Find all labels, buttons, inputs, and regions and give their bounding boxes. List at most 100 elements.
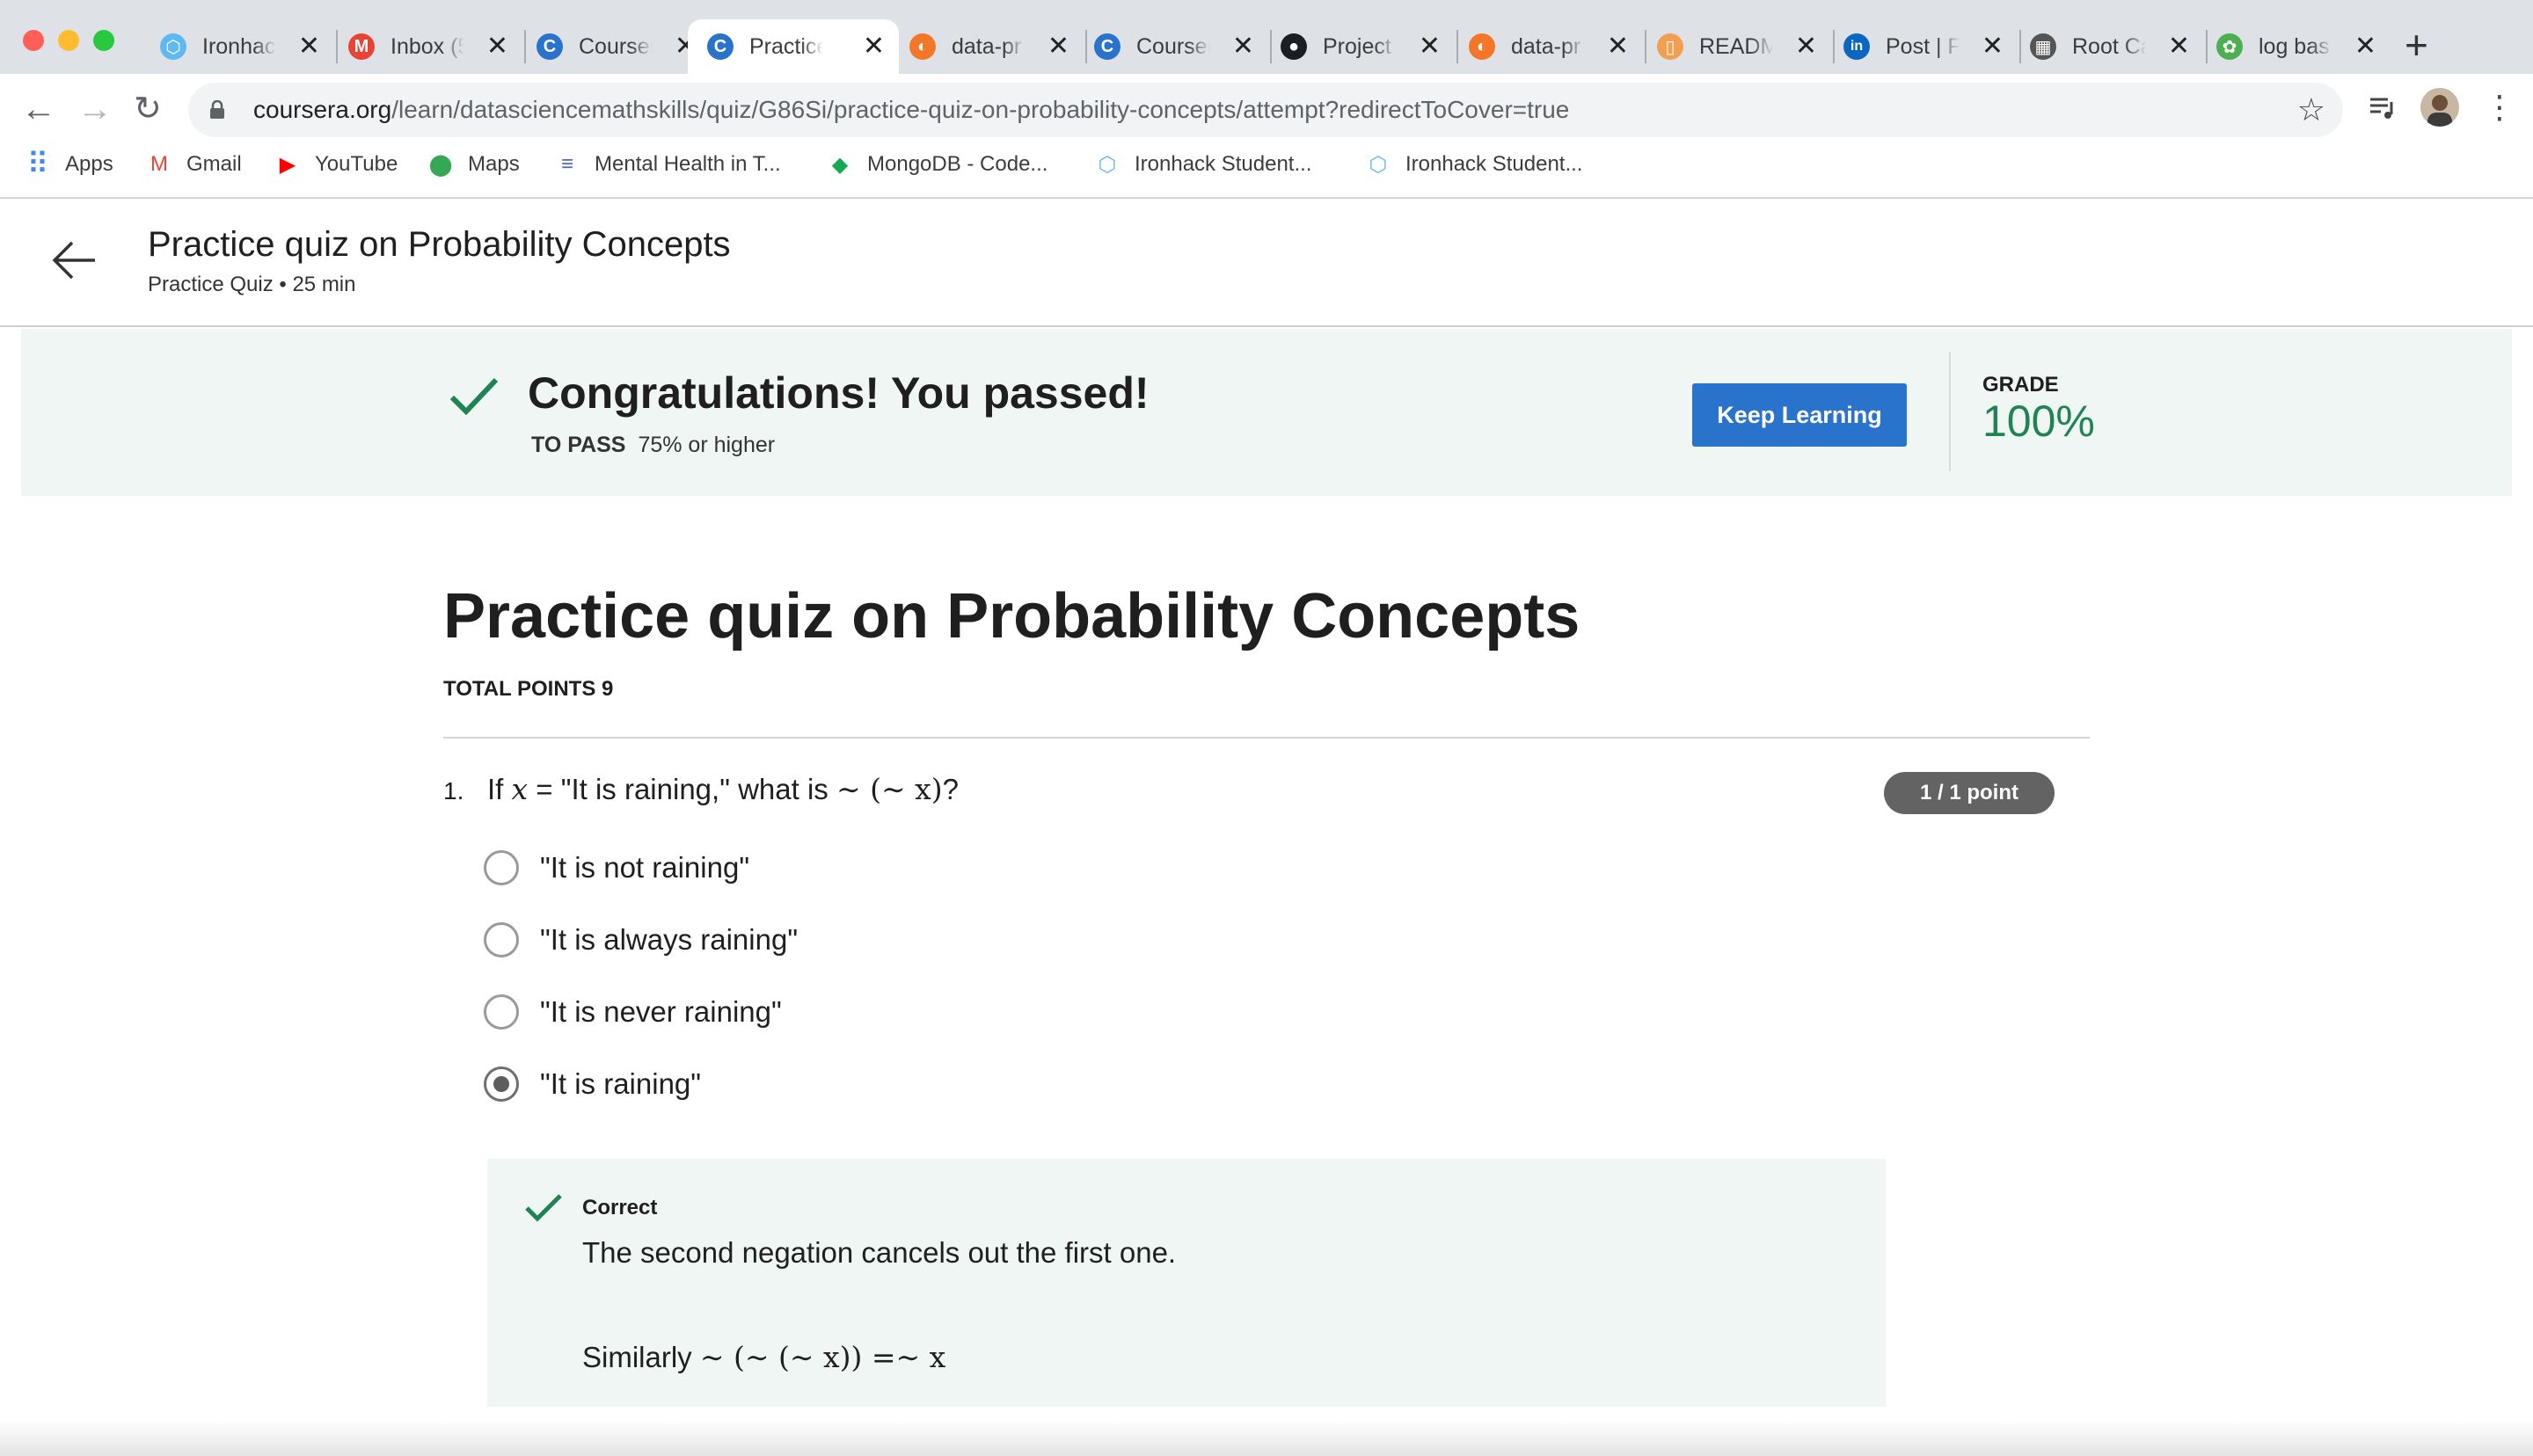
tab-label: Coursera [579, 33, 653, 59]
answer-option[interactable]: "It is always raining" [484, 918, 798, 962]
close-tab-icon[interactable]: ✕ [2168, 32, 2190, 62]
question-number: 1. [443, 777, 464, 804]
radio-button[interactable] [484, 922, 519, 957]
ironhack-icon: ⬡ [160, 33, 186, 60]
tab-label: Project [1323, 33, 1391, 59]
forward-nav-icon[interactable]: → [77, 88, 113, 130]
keep-learning-button[interactable]: Keep Learning [1692, 383, 1907, 447]
answer-option[interactable]: "It is not raining" [484, 846, 749, 890]
quiz-title: Practice quiz on Probability Concepts [443, 581, 1580, 652]
profile-avatar[interactable] [2420, 88, 2459, 127]
bookmark-item[interactable]: ◆ MongoDB - Code... [827, 151, 1048, 178]
answer-option-label: "It is raining" [540, 1067, 701, 1100]
browser-tab[interactable]: ▦ Root Ca ✕ [2011, 19, 2204, 74]
gear-icon: ✿ [2216, 33, 2243, 60]
radio-button[interactable] [484, 1067, 519, 1102]
tab-label: Root Ca [2072, 33, 2146, 59]
bottom-shadow [0, 1421, 2533, 1456]
divider [443, 737, 2090, 739]
bookmark-item[interactable]: ⬤ Maps [427, 151, 520, 178]
gmail-icon: M [348, 33, 375, 60]
bookmark-item[interactable]: ⬡ Ironhack Student... [1094, 151, 1312, 178]
reload-icon[interactable]: ↻ [134, 88, 162, 130]
maximize-window-button[interactable] [93, 30, 114, 51]
grade-value: 100% [1982, 397, 2095, 446]
close-tab-icon[interactable]: ✕ [1419, 32, 1441, 62]
close-tab-icon[interactable]: ✕ [1048, 32, 1069, 62]
bookmark-icon: ≡ [560, 152, 573, 176]
bookmark-label: Ironhack Student... [1135, 152, 1312, 176]
lock-icon [209, 99, 225, 120]
tab-label: Inbox (5 [391, 33, 464, 59]
tab-label: log bas [2259, 33, 2330, 59]
maps-pin-icon: ⬤ [428, 152, 453, 177]
browser-tab[interactable]: ◐ data-pr ✕ [890, 19, 1084, 74]
tab-label: Post | F [1886, 33, 1960, 59]
bookmark-item[interactable]: M Gmail [146, 151, 242, 178]
address-bar[interactable]: coursera.org/learn/datasciencemathskills… [188, 83, 2343, 137]
page-subtitle: Practice Quiz • 25 min [148, 273, 356, 296]
close-tab-icon[interactable]: ✕ [1607, 32, 1629, 62]
points-badge: 1 / 1 point [1884, 772, 2055, 814]
close-window-button[interactable] [23, 30, 44, 51]
example-expression: ∼ (∼ (∼ x)) =∼ x [699, 1340, 946, 1374]
answer-option[interactable]: "It is raining" [484, 1062, 701, 1106]
close-tab-icon[interactable]: ✕ [1795, 32, 1817, 62]
negation-expression: ∼ (∼ x) [836, 772, 943, 806]
jupyter-icon: ◐ [1469, 33, 1495, 60]
question-text: If x = "It is raining," what is ∼ (∼ x)? [487, 772, 959, 806]
bookmark-label: Mental Health in T... [595, 152, 781, 176]
bookmark-label: Ironhack Student... [1405, 152, 1583, 176]
browser-menu-icon[interactable]: ⋮ [2484, 88, 2515, 127]
browser-tab[interactable]: C Practice ✕ [688, 19, 899, 74]
back-nav-icon[interactable]: ← [21, 88, 56, 130]
bookmark-item[interactable]: ⠿ Apps [25, 148, 113, 181]
tab-label: READM [1699, 33, 1773, 59]
browser-tab[interactable]: CCoursera✕ [517, 19, 711, 74]
tab-label: Ironhack [202, 33, 276, 59]
browser-tab[interactable]: ▯ READM ✕ [1638, 19, 1831, 74]
browser-tab[interactable]: in Post | F ✕ [1824, 19, 2018, 74]
coursera-icon: C [707, 33, 734, 60]
page-title: Practice quiz on Probability Concepts [148, 225, 731, 264]
ironhack-icon: ⬡ [1369, 152, 1388, 177]
close-tab-icon[interactable]: ✕ [298, 32, 320, 62]
close-tab-icon[interactable]: ✕ [863, 32, 885, 62]
feedback-text: The second negation cancels out the firs… [582, 1236, 1177, 1269]
feedback-example: Similarly ∼ (∼ (∼ x)) =∼ x [582, 1340, 946, 1374]
reading-list-icon[interactable] [2368, 93, 2398, 127]
close-tab-icon[interactable]: ✕ [486, 32, 508, 62]
radio-button[interactable] [484, 850, 519, 885]
grade-label: GRADE [1982, 373, 2059, 397]
tab-label: data-pr [952, 33, 1022, 59]
radio-button[interactable] [484, 994, 519, 1030]
apps-grid-icon: ⠿ [26, 148, 49, 181]
checkmark-icon [449, 375, 500, 419]
banner-divider [1949, 352, 1951, 471]
browser-tab[interactable]: ⬡ Ironhack ✕ [141, 19, 334, 74]
back-arrow-icon[interactable] [49, 236, 99, 285]
to-pass-value: 75% or higher [638, 433, 776, 457]
answer-option[interactable]: "It is never raining" [484, 990, 782, 1034]
passed-message: Congratulations! You passed! [528, 368, 1150, 418]
coursera-icon: C [537, 33, 563, 60]
browser-tab[interactable]: ✿ log bas ✕ [2197, 19, 2391, 74]
browser-tab[interactable]: ● Project ✕ [1261, 19, 1455, 74]
close-tab-icon[interactable]: ✕ [2354, 32, 2376, 62]
pass-requirement: TO PASS 75% or higher [531, 433, 775, 458]
mongodb-leaf-icon: ◆ [831, 152, 849, 177]
jupyter-icon: ◐ [909, 33, 936, 60]
bookmark-item[interactable]: ▶ YouTube [274, 151, 398, 178]
bookmark-item[interactable]: ⬡ Ironhack Student... [1365, 151, 1583, 178]
browser-tab[interactable]: CCoursera✕ [1075, 19, 1268, 74]
feedback-title: Correct [582, 1196, 658, 1219]
bookmark-item[interactable]: ≡ Mental Health in T... [554, 151, 781, 178]
new-tab-button[interactable]: + [2405, 25, 2428, 65]
minimize-window-button[interactable] [58, 30, 79, 51]
browser-tab[interactable]: ◐ data-pr ✕ [1449, 19, 1643, 74]
answer-option-label: "It is not raining" [540, 851, 750, 884]
close-tab-icon[interactable]: ✕ [1232, 32, 1254, 62]
browser-tab[interactable]: M Inbox (5 ✕ [329, 19, 522, 74]
close-tab-icon[interactable]: ✕ [1982, 32, 2004, 62]
bookmark-star-icon[interactable]: ☆ [2297, 93, 2325, 127]
